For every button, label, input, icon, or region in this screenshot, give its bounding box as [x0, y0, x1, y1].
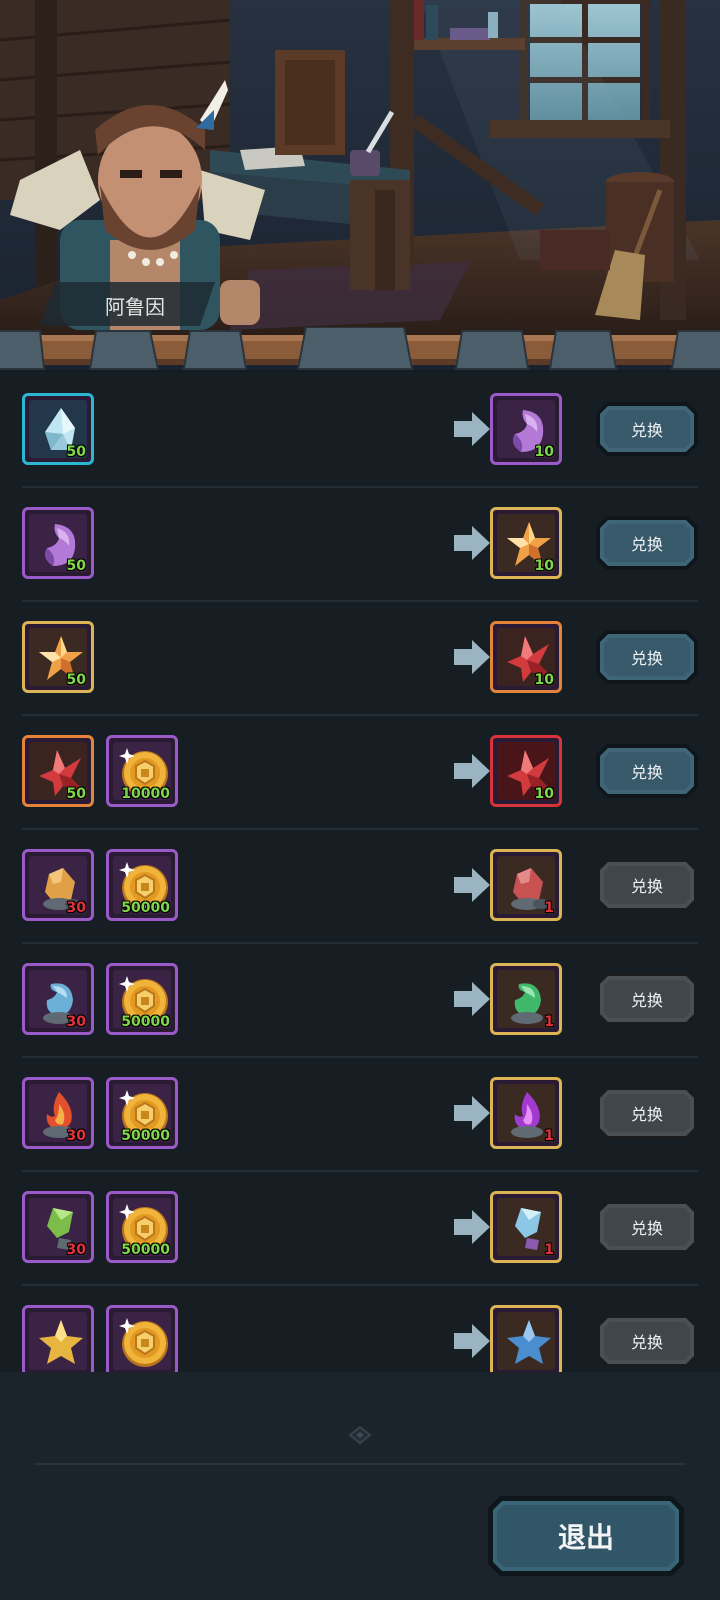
item-count: 50000 [121, 1014, 170, 1030]
item-slot[interactable] [106, 1305, 178, 1372]
item-slot[interactable]: 50 [22, 621, 94, 693]
arrow-right-icon [454, 1096, 490, 1130]
item-slot[interactable]: 50000 [106, 1077, 178, 1149]
item-slot[interactable]: 50000 [106, 1191, 178, 1263]
item-slot[interactable]: 1 [490, 1191, 562, 1263]
exchange-button[interactable]: 兑换 [595, 1199, 699, 1255]
npc-name: 阿鲁因 [105, 295, 165, 319]
item-count: 50 [66, 444, 86, 460]
item-slot[interactable]: 50000 [106, 963, 178, 1035]
item-count: 30 [66, 1014, 86, 1030]
exchange-button-label: 兑换 [630, 1105, 663, 1124]
item-count: 30 [66, 1242, 86, 1258]
exit-button-label: 退出 [557, 1521, 614, 1554]
item-count: 10 [534, 444, 554, 460]
item-slot[interactable] [22, 1305, 94, 1372]
exchange-button-label: 兑换 [630, 1219, 663, 1238]
item-count: 1 [544, 900, 554, 916]
exchange-button-label: 兑换 [630, 763, 663, 782]
item-slot[interactable]: 10 [490, 393, 562, 465]
gold-star-icon [39, 1320, 83, 1364]
npc-scene: 阿鲁因 [0, 0, 720, 370]
exchange-button[interactable]: 兑换 [595, 857, 699, 913]
exchange-row: 30 50000 1 兑换 [0, 942, 720, 1058]
item-slot[interactable]: 1 [490, 1077, 562, 1149]
arrow-right-icon [454, 754, 490, 788]
exchange-button[interactable]: 兑换 [595, 1313, 699, 1369]
item-count: 50000 [121, 1242, 170, 1258]
item-slot[interactable]: 10 [490, 621, 562, 693]
exchange-button[interactable]: 兑换 [595, 629, 699, 685]
item-slot[interactable]: 1 [490, 963, 562, 1035]
blue-star-icon [507, 1320, 551, 1364]
item-count: 50 [66, 786, 86, 802]
item-count: 1 [544, 1014, 554, 1030]
item-slot[interactable]: 10 [490, 507, 562, 579]
arrow-right-icon [454, 1324, 490, 1358]
item-count: 1 [544, 1128, 554, 1144]
exchange-button-label: 兑换 [630, 421, 663, 440]
item-slot[interactable]: 10000 [106, 735, 178, 807]
exchange-list[interactable]: 50 10 兑换 50 10 兑换 50 10 兑换 50 10000 10 兑换 30 50000 1 兑换 3… [0, 372, 720, 1372]
divider-ornament-icon [348, 1426, 372, 1444]
arrow-right-icon [454, 526, 490, 560]
exchange-row: 50 10 兑换 [0, 372, 720, 488]
exchange-button[interactable]: 兑换 [595, 743, 699, 799]
exchange-row: 50 10 兑换 [0, 600, 720, 716]
item-count: 50 [66, 558, 86, 574]
exchange-button[interactable]: 兑换 [595, 1085, 699, 1141]
exchange-button-label: 兑换 [630, 1333, 663, 1352]
item-count: 10 [534, 786, 554, 802]
arrow-right-icon [454, 1210, 490, 1244]
arrow-right-icon [454, 640, 490, 674]
item-slot[interactable]: 30 [22, 849, 94, 921]
item-count: 30 [66, 900, 86, 916]
exchange-button-label: 兑换 [630, 991, 663, 1010]
exchange-row: 50 10000 10 兑换 [0, 714, 720, 830]
gold-coin-icon [119, 1318, 168, 1367]
item-count: 30 [66, 1128, 86, 1144]
item-count: 1 [544, 1242, 554, 1258]
item-slot[interactable]: 30 [22, 963, 94, 1035]
item-count: 50000 [121, 1128, 170, 1144]
item-count: 10 [534, 558, 554, 574]
item-count: 50 [66, 672, 86, 688]
item-count: 10 [534, 672, 554, 688]
exit-button[interactable]: 退出 [486, 1494, 686, 1578]
exchange-button[interactable]: 兑换 [595, 401, 699, 457]
exchange-row: 30 50000 1 兑换 [0, 828, 720, 944]
item-count: 10000 [121, 786, 170, 802]
arrow-right-icon [454, 982, 490, 1016]
exchange-row: 兑换 [0, 1284, 720, 1372]
footer-divider [34, 1463, 686, 1465]
exchange-row: 30 50000 1 兑换 [0, 1170, 720, 1286]
exchange-row: 50 10 兑换 [0, 486, 720, 602]
item-slot[interactable]: 1 [490, 849, 562, 921]
exchange-button[interactable]: 兑换 [595, 515, 699, 571]
item-slot[interactable]: 30 [22, 1191, 94, 1263]
exchange-button-label: 兑换 [630, 649, 663, 668]
shelf-divider [0, 327, 720, 370]
exchange-row: 30 50000 1 兑换 [0, 1056, 720, 1172]
item-slot[interactable]: 50 [22, 507, 94, 579]
item-count: 50000 [121, 900, 170, 916]
exchange-button-label: 兑换 [630, 535, 663, 554]
arrow-right-icon [454, 868, 490, 902]
item-slot[interactable] [490, 1305, 562, 1372]
item-slot[interactable]: 50 [22, 393, 94, 465]
item-slot[interactable]: 50 [22, 735, 94, 807]
exchange-button[interactable]: 兑换 [595, 971, 699, 1027]
exchange-button-label: 兑换 [630, 877, 663, 896]
arrow-right-icon [454, 412, 490, 446]
item-slot[interactable]: 50000 [106, 849, 178, 921]
item-slot[interactable]: 30 [22, 1077, 94, 1149]
item-slot[interactable]: 10 [490, 735, 562, 807]
